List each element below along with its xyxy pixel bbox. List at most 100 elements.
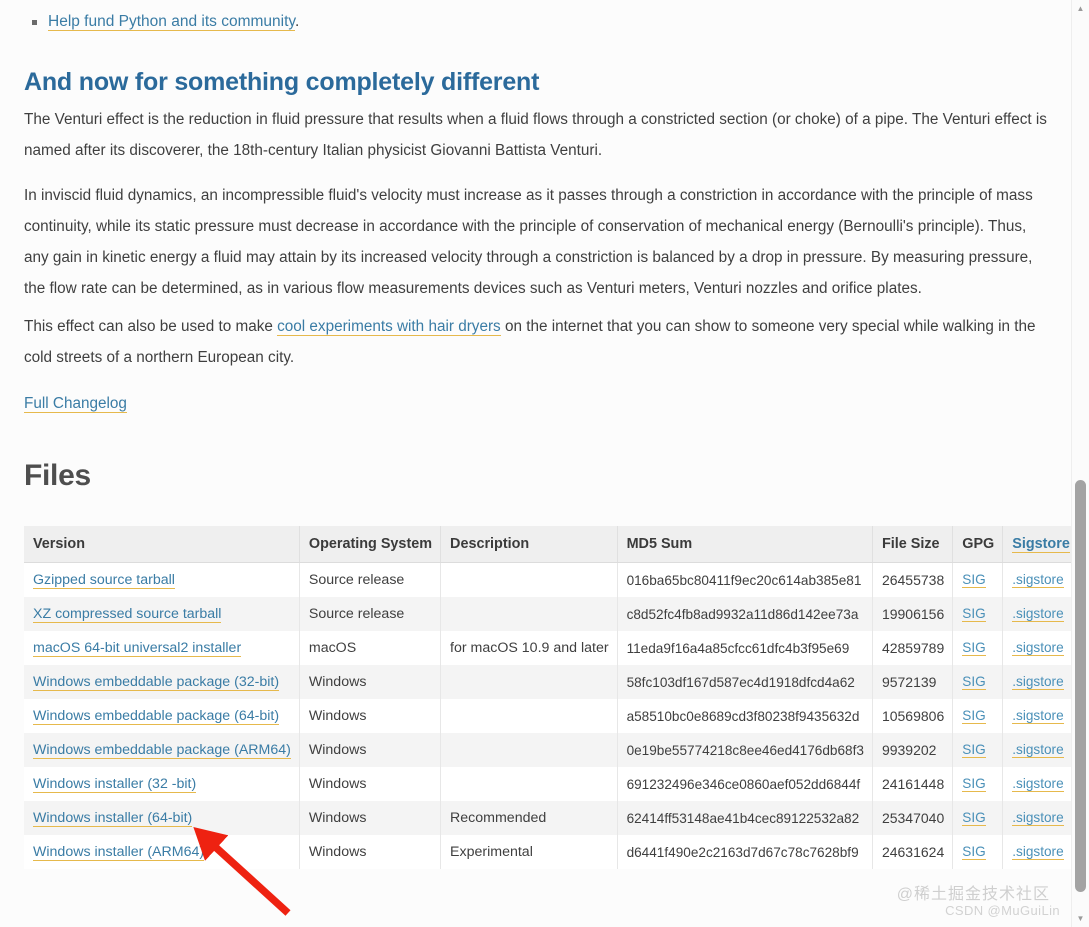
sigstore-link[interactable]: .sigstore [1012, 708, 1064, 724]
cell-version: macOS 64-bit universal2 installer [24, 631, 300, 665]
vertical-scrollbar[interactable]: ▲ ▼ [1071, 0, 1089, 927]
cell-gpg: SIG [952, 801, 1004, 835]
gpg-sig-link[interactable]: SIG [962, 810, 986, 826]
cell-md5-sum: 58fc103df167d587ec4d1918dfcd4a62 [617, 665, 873, 699]
gpg-sig-link[interactable]: SIG [962, 708, 986, 724]
sigstore-link[interactable]: .sigstore [1012, 640, 1064, 656]
gpg-sig-link[interactable]: SIG [962, 572, 986, 588]
gpg-sig-link[interactable]: SIG [962, 844, 986, 860]
scrollbar-thumb[interactable] [1075, 480, 1086, 892]
cell-gpg: SIG [952, 631, 1004, 665]
cell-file-size: 10569806 [872, 699, 954, 733]
download-link[interactable]: Windows installer (64-bit) [33, 810, 193, 827]
scroll-up-arrow-icon[interactable]: ▲ [1072, 0, 1089, 17]
cell-operating-system: Windows [299, 835, 442, 869]
paragraph-text-before: This effect can also be used to make [24, 318, 278, 335]
scroll-down-arrow-icon[interactable]: ▼ [1072, 910, 1089, 927]
cell-md5-sum: a58510bc0e8689cd3f80238f9435632d [617, 699, 873, 733]
cell-version: Windows installer (32 -bit) [24, 767, 300, 801]
cell-description: for macOS 10.9 and later [440, 631, 618, 665]
cell-sigstore: .sigstore [1003, 563, 1072, 598]
cell-gpg: SIG [952, 733, 1004, 767]
cell-md5-sum: 62414ff53148ae41b4cec89122532a82 [617, 801, 873, 835]
gpg-sig-link[interactable]: SIG [962, 776, 986, 792]
sigstore-link[interactable]: .sigstore [1012, 742, 1064, 758]
sigstore-link[interactable]: .sigstore [1012, 810, 1064, 826]
table-row: Gzipped source tarball Source release 016b… [24, 562, 1072, 598]
cell-description [440, 699, 618, 733]
cell-operating-system: Windows [299, 767, 442, 801]
cell-md5-sum: 691232496e346ce0860aef052dd6844f [617, 767, 873, 801]
sigstore-link[interactable]: .sigstore [1012, 572, 1064, 588]
sigstore-link[interactable]: .sigstore [1012, 844, 1064, 860]
cell-md5-sum: 11eda9f16a4a85cfcc61dfc4b3f95e69 [617, 631, 873, 665]
table-body: Gzipped source tarball Source release 016b… [24, 562, 1072, 869]
sigstore-header-link[interactable]: Sigstore [1012, 536, 1070, 553]
bullet-text-suffix: . [294, 13, 300, 30]
sigstore-link[interactable]: .sigstore [1012, 674, 1064, 690]
page-content-area: Report bugs at https://github.com/python… [0, 0, 1072, 927]
cell-sigstore: .sigstore [1003, 801, 1072, 835]
download-link[interactable]: XZ compressed source tarball [33, 606, 222, 623]
cell-file-size: 9572139 [872, 665, 954, 699]
paragraph-changelog: Full Changelog [24, 388, 1050, 419]
cell-version: Windows installer (64-bit) [24, 801, 300, 835]
gpg-sig-link[interactable]: SIG [962, 640, 986, 656]
gpg-sig-link[interactable]: SIG [962, 606, 986, 622]
cell-file-size: 9939202 [872, 733, 954, 767]
column-header-gpg: GPG [952, 526, 1004, 563]
help-fund-python-link[interactable]: Help fund Python and its community [48, 13, 295, 31]
cell-file-size: 26455738 [872, 562, 954, 597]
cell-file-size: 24631624 [872, 835, 954, 869]
files-table: Version Operating System Description MD5… [24, 526, 1072, 869]
files-heading: Files [24, 459, 91, 492]
sigstore-link[interactable]: .sigstore [1012, 606, 1064, 622]
paragraph-venturi-intro: The Venturi effect is the reduction in f… [24, 111, 1047, 159]
cell-version: XZ compressed source tarball [24, 597, 300, 631]
cell-sigstore: .sigstore [1003, 665, 1072, 699]
cell-operating-system: macOS [299, 631, 442, 665]
download-link[interactable]: Windows embeddable package (64-bit) [33, 708, 280, 725]
cell-md5-sum: c8d52fc4fb8ad9932a11d86d142ee73a [617, 597, 873, 631]
cell-gpg: SIG [952, 665, 1004, 699]
section-heading: And now for something completely differe… [24, 68, 540, 96]
cell-sigstore: .sigstore [1003, 767, 1072, 801]
download-link[interactable]: Windows embeddable package (ARM64) [33, 742, 291, 759]
gpg-sig-link[interactable]: SIG [962, 742, 986, 758]
cell-sigstore: .sigstore [1003, 597, 1072, 631]
cell-description [440, 562, 618, 597]
cell-description [440, 767, 618, 801]
table-row: macOS 64-bit universal2 installer macOS fo… [24, 631, 1072, 665]
download-link[interactable]: Gzipped source tarball [33, 572, 175, 589]
cell-sigstore: .sigstore [1003, 733, 1072, 767]
download-link[interactable]: Windows installer (32 -bit) [33, 776, 197, 793]
cell-version: Windows embeddable package (32-bit) [24, 665, 300, 699]
sigstore-link[interactable]: .sigstore [1012, 776, 1064, 792]
cell-gpg: SIG [952, 835, 1004, 869]
download-link[interactable]: Windows embeddable package (32-bit) [33, 674, 280, 691]
cell-gpg: SIG [952, 699, 1004, 733]
table-header-row: Version Operating System Description MD5… [24, 526, 1072, 563]
gpg-sig-link[interactable]: SIG [962, 674, 986, 690]
cell-description [440, 733, 618, 767]
download-link[interactable]: macOS 64-bit universal2 installer [33, 640, 242, 657]
cell-md5-sum: 016ba65bc80411f9ec20c614ab385e81 [617, 562, 873, 597]
cell-file-size: 24161448 [872, 767, 954, 801]
cell-gpg: SIG [952, 767, 1004, 801]
cell-sigstore: .sigstore [1003, 631, 1072, 665]
cell-description: Experimental [440, 835, 618, 869]
column-header-operating-system: Operating System [299, 526, 442, 563]
watermark-juejin: @稀土掘金技术社区 [896, 886, 1050, 903]
download-link[interactable]: Windows installer (ARM64) [33, 844, 205, 861]
column-header-md5-sum: MD5 Sum [617, 526, 873, 563]
cell-description [440, 597, 618, 631]
hair-dryers-link[interactable]: cool experiments with hair dryers [277, 318, 501, 336]
cell-description: Recommended [440, 801, 618, 835]
top-bullet-list: Report bugs at https://github.com/python… [24, 0, 1050, 37]
cell-description [440, 665, 618, 699]
cell-operating-system: Windows [299, 733, 442, 767]
cell-md5-sum: d6441f490e2c2163d7d67c78c7628bf9 [617, 835, 873, 869]
column-header-file-size: File Size [872, 526, 954, 563]
full-changelog-link[interactable]: Full Changelog [24, 395, 127, 413]
cell-sigstore: .sigstore [1003, 835, 1072, 869]
